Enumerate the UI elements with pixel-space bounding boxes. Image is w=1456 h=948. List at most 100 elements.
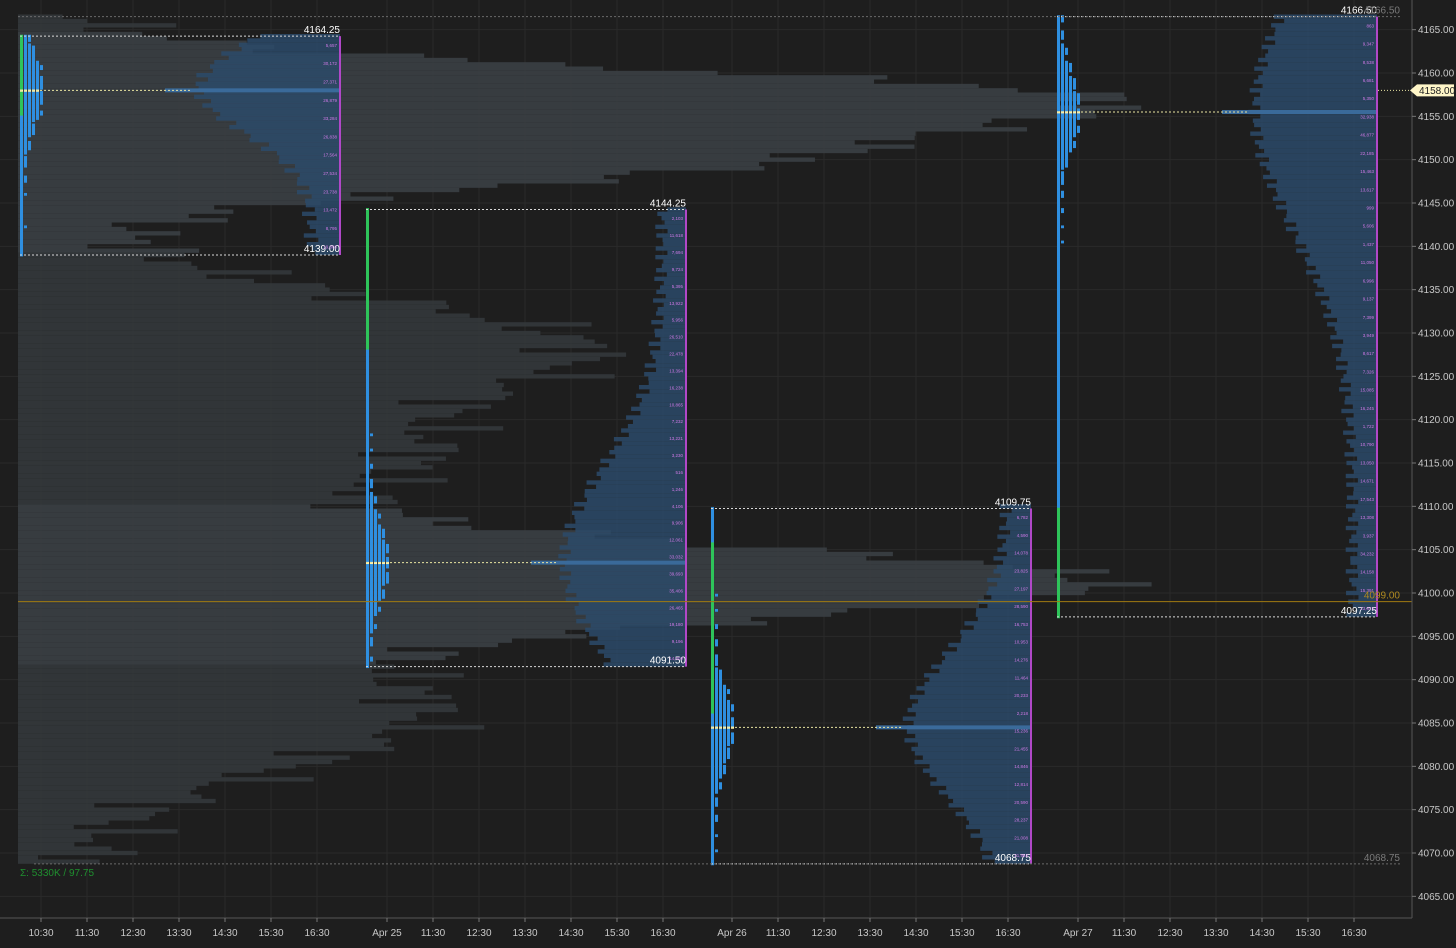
composite-bar [18, 694, 452, 700]
price-axis: 4065.00 4070.00 4075.00 4080.00 4085.00 4090.… [1410, 0, 1456, 943]
price-tick-label: 4105.00 [1418, 545, 1455, 556]
session-volume-bar [980, 829, 1031, 834]
session-volume-bar [1344, 400, 1377, 405]
session-high-label: 4144.25 [650, 199, 687, 210]
tpo-mark [382, 539, 385, 543]
composite-bar [18, 525, 472, 531]
time-tick-label: Apr 27 [1063, 928, 1093, 939]
composite-bar [18, 807, 170, 812]
composite-bar [18, 534, 595, 539]
session-volume-bar [975, 612, 1031, 617]
tpo-mark [370, 637, 373, 640]
tpo-mark [715, 849, 718, 853]
tpo-mark [370, 656, 373, 660]
composite-bar [18, 439, 415, 444]
composite-bar [18, 508, 402, 513]
volume-label: 3,949 [1363, 333, 1375, 338]
session-volume-bar [1283, 218, 1377, 223]
volume-label: 7,326 [1363, 369, 1375, 374]
volume-label: 9,724 [672, 267, 684, 272]
price-axis-background [1412, 0, 1456, 943]
tpo-mark [1061, 43, 1064, 47]
volume-label: 13,472 [323, 208, 337, 213]
composite-bar [18, 547, 827, 552]
session-volume-bar [1331, 309, 1377, 314]
session-volume-bar [565, 597, 686, 602]
composite-bar [18, 855, 38, 860]
volume-label: 11,050 [1361, 260, 1375, 265]
session-volume-bar [220, 112, 340, 117]
volume-label: 5,956 [672, 318, 684, 323]
session-volume-bar [1334, 326, 1377, 331]
composite-bar [18, 101, 1058, 106]
session-volume-bar [194, 94, 340, 99]
tpo-mark [727, 689, 730, 692]
composite-bar [18, 343, 608, 349]
composite-bar [18, 564, 1013, 570]
composite-bar [18, 460, 422, 466]
composite-bar [18, 829, 178, 834]
session-volume-bar [636, 393, 686, 398]
session-volume-bar [955, 811, 1031, 817]
volume-label: 21,455 [1014, 746, 1028, 751]
composite-bar [18, 816, 150, 821]
composite-bar [18, 499, 398, 505]
tpo-mark [723, 684, 726, 688]
session-volume-bar [1253, 79, 1377, 84]
volume-label: 34,232 [1360, 552, 1374, 557]
volume-label: 10,953 [1014, 640, 1028, 645]
volume-label: 5,657 [326, 43, 338, 48]
volume-label: 1,722 [1363, 424, 1375, 429]
volume-label: 10,790 [1360, 442, 1374, 447]
composite-bar [18, 447, 459, 453]
time-tick-label: 14:30 [558, 928, 583, 939]
composite-bar [18, 473, 360, 479]
session-volume-bar [221, 51, 340, 56]
composite-bar [18, 811, 156, 817]
session-volume-bar [589, 632, 686, 637]
composite-bar [18, 317, 485, 323]
price-tick-label: 4165.00 [1418, 25, 1455, 36]
session-volume-bar [211, 99, 340, 104]
price-tick-label: 4130.00 [1418, 329, 1455, 340]
session-volume-bar [960, 629, 1031, 635]
session-volume-bar [654, 328, 686, 333]
session-volume-bar [236, 120, 340, 125]
price-tick-label: 4065.00 [1418, 892, 1455, 903]
price-tick-label: 4120.00 [1418, 415, 1455, 426]
composite-bar [18, 768, 264, 773]
composite-bar [18, 296, 312, 301]
composite-bar [18, 374, 615, 379]
session-volume-bar [1003, 560, 1031, 565]
price-tick-label: 4085.00 [1418, 719, 1455, 730]
session-volume-bar [964, 807, 1031, 812]
tpo-mark [715, 593, 718, 597]
composite-bar [18, 751, 274, 756]
tpo-mark [715, 834, 718, 838]
session-volume-bar [644, 363, 686, 368]
composite-bar [18, 127, 1028, 132]
tpo-mark [40, 91, 43, 94]
tpo-mark [715, 654, 718, 658]
volume-label: 7,232 [672, 419, 684, 424]
volume-label: 32,938 [1360, 114, 1374, 119]
tpo-mark [1077, 125, 1080, 129]
volume-label: 14,009 [669, 656, 683, 661]
time-tick-label: 11:30 [766, 928, 791, 939]
session-volume-bar [575, 519, 686, 524]
composite-bar [18, 772, 222, 778]
session-volume-bar [1354, 447, 1377, 453]
composite-bar [18, 426, 504, 431]
session-volume-bar [942, 651, 1031, 656]
session-volume-bar [977, 616, 1031, 622]
tpo-mark [1073, 78, 1076, 81]
volume-label: 27,371 [323, 79, 337, 84]
session-volume-bar [585, 614, 686, 619]
session-volume-bar [1271, 23, 1377, 28]
session-volume-bar [915, 712, 1031, 717]
session-volume-bar [1254, 96, 1377, 102]
tpo-mark [386, 572, 389, 575]
time-tick-label: 14:30 [1249, 928, 1274, 939]
composite-bar [18, 404, 491, 409]
session-volume-bar [1286, 209, 1377, 214]
